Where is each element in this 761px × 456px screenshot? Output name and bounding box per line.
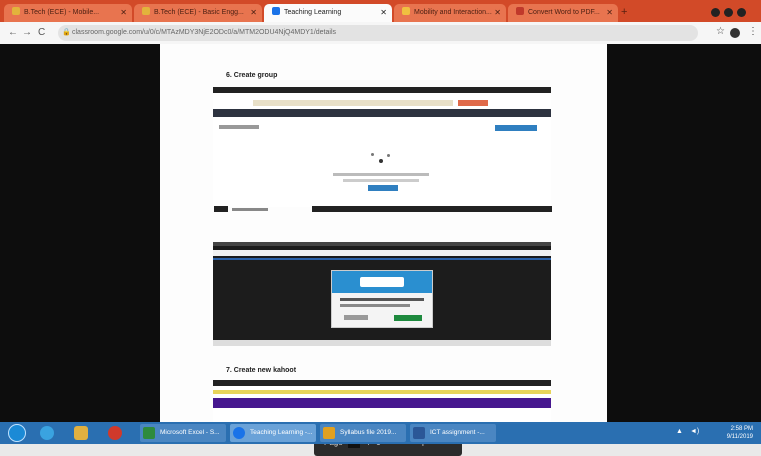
screenshot-modal-primary-button bbox=[394, 315, 422, 321]
browser-tab[interactable]: B.Tech (ECE) - Basic Engg... ✕ bbox=[134, 4, 262, 22]
tab-close-icon[interactable]: ✕ bbox=[494, 4, 501, 22]
tab-favicon-icon bbox=[516, 7, 524, 15]
screenshot-notice-button bbox=[458, 100, 488, 106]
clock-date: 9/11/2019 bbox=[726, 434, 753, 440]
clock[interactable]: 2:58 PM 9/11/2019 bbox=[727, 425, 753, 441]
tab-favicon-icon bbox=[12, 7, 20, 15]
pdf-page: 6. Create group 7. Create new kahoot bbox=[160, 44, 607, 422]
screenshot-empty-text bbox=[343, 179, 419, 182]
screenshot-tabbar bbox=[213, 242, 551, 246]
taskbar-item[interactable]: ICT assignment -... bbox=[410, 424, 496, 442]
screenshot-modal-illustration bbox=[360, 277, 404, 287]
screenshot-new-group-button bbox=[368, 185, 398, 191]
new-tab-button[interactable]: + bbox=[621, 6, 627, 18]
screenshot-empty-illustration bbox=[369, 151, 393, 169]
screenshot-page-label bbox=[219, 125, 259, 129]
internet-explorer-icon[interactable] bbox=[40, 426, 54, 440]
screenshot-taskbar bbox=[213, 340, 551, 346]
taskbar-item[interactable]: Microsoft Excel - S... bbox=[140, 424, 226, 442]
taskbar-item-label: ICT assignment -... bbox=[430, 429, 485, 436]
tab-close-icon[interactable]: ✕ bbox=[250, 4, 257, 22]
taskbar-item-label: Syllabus file 2019... bbox=[340, 429, 397, 436]
browser-tab[interactable]: Mobility and Interaction... ✕ bbox=[394, 4, 506, 22]
screenshot-tabbar bbox=[213, 87, 551, 93]
excel-icon bbox=[143, 427, 155, 439]
screenshot-taskbar-start bbox=[214, 206, 228, 212]
pdf-viewer: 6. Create group 7. Create new kahoot bbox=[0, 44, 761, 456]
taskbar-item[interactable]: Teaching Learning -... bbox=[230, 424, 316, 442]
firefox-icon[interactable] bbox=[108, 426, 122, 440]
screenshot-toolbar bbox=[213, 250, 551, 256]
menu-kebab-icon[interactable]: ⋮ bbox=[748, 26, 758, 37]
tab-favicon-icon bbox=[272, 7, 280, 15]
taskbar-item[interactable]: Syllabus file 2019... bbox=[320, 424, 406, 442]
screenshot-modal-secondary-button bbox=[344, 315, 368, 320]
screenshot-modal bbox=[331, 270, 433, 328]
profile-avatar[interactable] bbox=[730, 28, 740, 38]
tab-label: Convert Word to PDF... bbox=[528, 9, 600, 16]
screenshot-modal-text bbox=[340, 304, 410, 307]
screenshot-notice bbox=[253, 100, 453, 106]
taskbar-item-label: Microsoft Excel - S... bbox=[160, 429, 220, 436]
url-text: classroom.google.com/u/0/c/MTAzMDY3NjE2O… bbox=[72, 29, 337, 36]
bookmark-star-icon[interactable]: ☆ bbox=[716, 26, 725, 37]
screenshot-create-button bbox=[495, 125, 537, 131]
acrobat-icon bbox=[323, 427, 335, 439]
tab-close-icon[interactable]: ✕ bbox=[380, 4, 387, 22]
section-heading-create-kahoot: 7. Create new kahoot bbox=[226, 367, 297, 374]
screenshot-navbar bbox=[213, 109, 551, 117]
reload-icon[interactable]: C bbox=[38, 27, 45, 38]
tab-label: B.Tech (ECE) - Mobile... bbox=[24, 9, 100, 16]
screenshot-tabbar bbox=[213, 380, 551, 386]
screenshot-navbar bbox=[213, 398, 551, 408]
browser-tab-strip: B.Tech (ECE) - Mobile... ✕ B.Tech (ECE) -… bbox=[0, 0, 761, 22]
tab-close-icon[interactable]: ✕ bbox=[606, 4, 613, 22]
embedded-screenshot-kahoot bbox=[213, 380, 551, 422]
browser-tab[interactable]: B.Tech (ECE) - Mobile... ✕ bbox=[4, 4, 132, 22]
screenshot-empty-text bbox=[333, 173, 429, 176]
clock-time: 2:58 PM bbox=[730, 426, 753, 432]
browser-toolbar: ← → C 🔒 classroom.google.com/u/0/c/MTAzM… bbox=[0, 22, 761, 45]
lock-icon: 🔒 bbox=[62, 29, 71, 36]
close-window-icon[interactable] bbox=[737, 8, 746, 17]
embedded-screenshot-dialog bbox=[213, 242, 551, 346]
volume-icon[interactable]: ◄) bbox=[690, 428, 699, 435]
start-button-icon[interactable] bbox=[8, 424, 26, 442]
word-icon bbox=[413, 427, 425, 439]
chrome-icon bbox=[233, 427, 245, 439]
address-bar[interactable]: 🔒 classroom.google.com/u/0/c/MTAzMDY3NjE… bbox=[58, 25, 698, 41]
tab-favicon-icon bbox=[402, 7, 410, 15]
screenshot-modal-text bbox=[340, 298, 424, 301]
screenshot-progress-line bbox=[213, 258, 551, 260]
browser-tab[interactable]: Convert Word to PDF... ✕ bbox=[508, 4, 618, 22]
tray-arrow-icon[interactable]: ▲ bbox=[676, 428, 683, 435]
window-controls bbox=[707, 4, 753, 17]
embedded-screenshot-create-group bbox=[213, 87, 551, 207]
screenshot-taskbar-label bbox=[232, 208, 268, 211]
windows-taskbar: Microsoft Excel - S... Teaching Learning… bbox=[0, 422, 761, 444]
tab-close-icon[interactable]: ✕ bbox=[120, 4, 127, 22]
taskbar-item-label: Teaching Learning -... bbox=[250, 429, 313, 436]
back-arrow-icon[interactable]: ← bbox=[8, 27, 18, 38]
file-explorer-icon[interactable] bbox=[74, 426, 88, 440]
section-heading-create-group: 6. Create group bbox=[226, 72, 278, 79]
tab-label: Mobility and Interaction... bbox=[414, 9, 492, 16]
screenshot-banner bbox=[213, 390, 551, 394]
screenshot-taskbar bbox=[312, 206, 552, 212]
tab-label: B.Tech (ECE) - Basic Engg... bbox=[154, 9, 244, 16]
maximize-icon[interactable] bbox=[724, 8, 733, 17]
tab-favicon-icon bbox=[142, 7, 150, 15]
forward-arrow-icon[interactable]: → bbox=[22, 27, 32, 38]
tab-label: Teaching Learning bbox=[284, 9, 342, 16]
minimize-icon[interactable] bbox=[711, 8, 720, 17]
browser-tab-active[interactable]: Teaching Learning ✕ bbox=[264, 4, 392, 22]
